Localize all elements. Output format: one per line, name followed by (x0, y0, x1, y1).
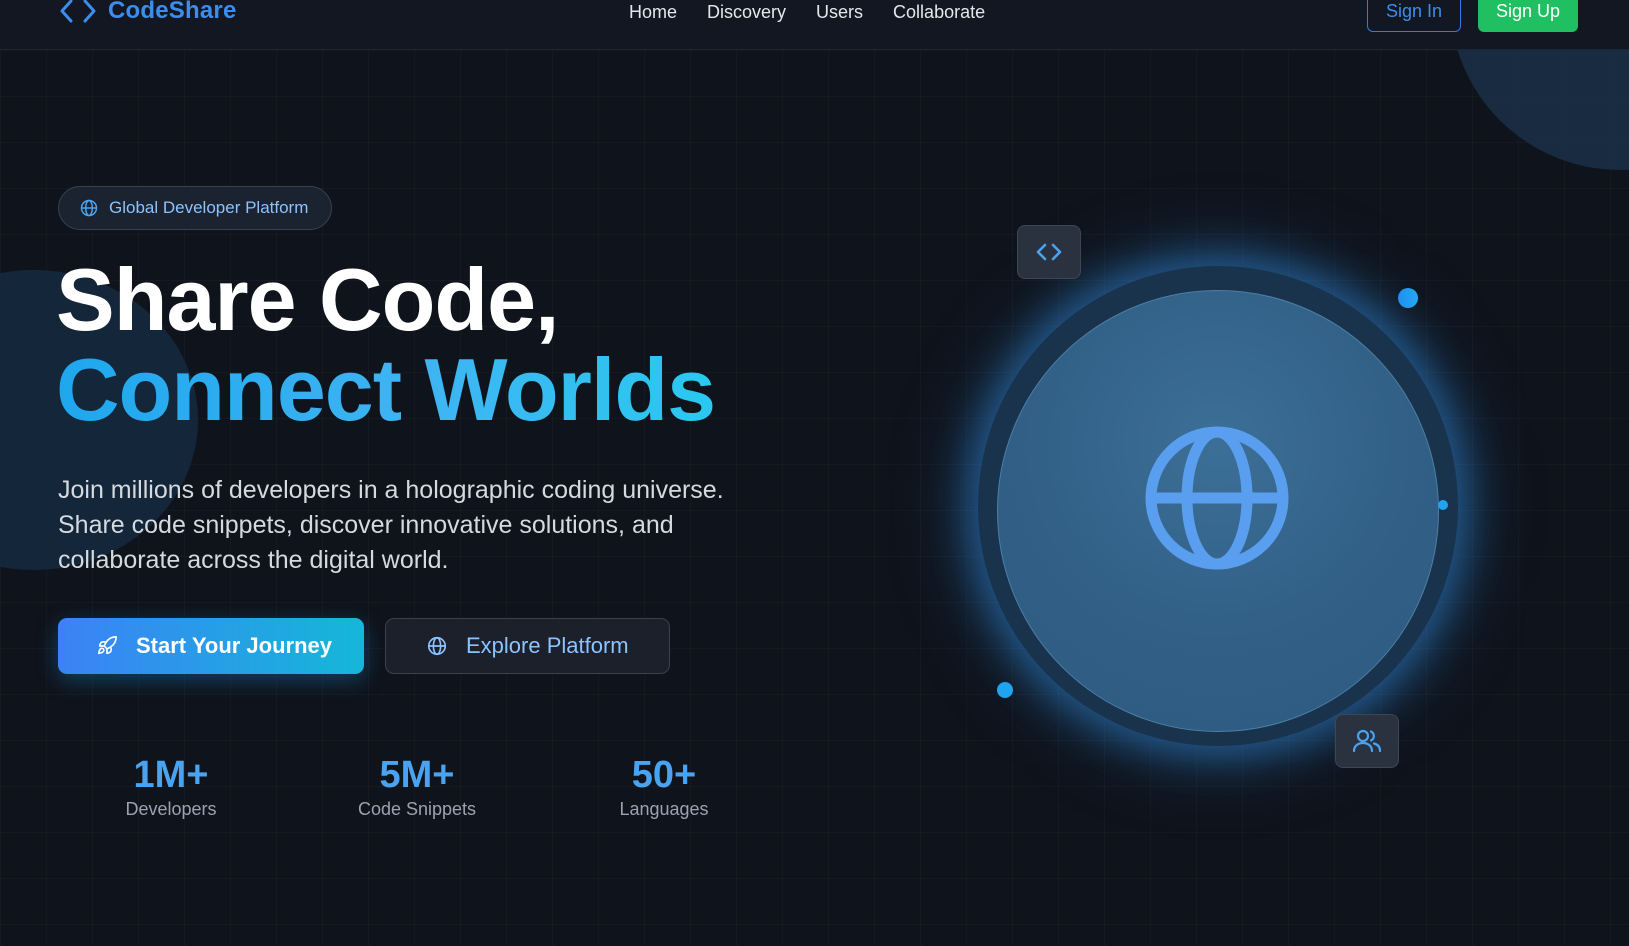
stat-label: Languages (619, 799, 709, 819)
decorative-dot (1398, 288, 1418, 308)
nav-link-home[interactable]: Home (629, 0, 677, 24)
stat-label: Developers (125, 799, 217, 819)
hero-headline-line2: Connect Worlds (56, 340, 716, 439)
globe-icon (80, 199, 98, 217)
stat-label: Code Snippets (357, 799, 477, 819)
stat-value: 1M+ (133, 754, 209, 796)
platform-badge: Global Developer Platform (58, 186, 332, 230)
code-icon (1036, 243, 1062, 261)
stat-value: 5M+ (379, 754, 455, 796)
rocket-icon (97, 636, 117, 655)
floating-users-badge (1335, 714, 1399, 768)
globe-icon (1145, 426, 1289, 570)
decorative-dot (1438, 500, 1448, 510)
floating-code-badge (1017, 225, 1081, 279)
nav-link-discovery[interactable]: Discovery (707, 0, 786, 24)
hero-headline-line1: Share Code, (56, 250, 559, 349)
brand-logo[interactable]: CodeShare (58, 0, 237, 26)
top-navbar: CodeShare Home Discovery Users Collabora… (0, 0, 1629, 50)
badge-label: Global Developer Platform (109, 198, 309, 217)
explore-platform-label: Explore Platform (466, 633, 629, 658)
sign-in-button[interactable]: Sign In (1367, 0, 1461, 32)
stat-languages: 50+ Languages (564, 752, 764, 820)
globe-icon (427, 636, 447, 656)
nav-links: Home Discovery Users Collaborate (629, 0, 985, 24)
page: CodeShare Home Discovery Users Collabora… (0, 0, 1629, 946)
nav-link-users[interactable]: Users (816, 0, 863, 24)
stat-developers: 1M+ Developers (71, 752, 271, 820)
stat-code-snippets: 5M+ Code Snippets (317, 752, 517, 820)
decorative-dot (997, 682, 1013, 698)
brand-name: CodeShare (108, 0, 237, 24)
hero-subtitle: Join millions of developers in a hologra… (58, 476, 724, 574)
nav-link-collaborate[interactable]: Collaborate (893, 0, 985, 24)
stat-value: 50+ (631, 754, 697, 796)
users-icon (1352, 729, 1382, 753)
code-icon (60, 0, 96, 23)
start-journey-button[interactable]: Start Your Journey (58, 618, 364, 674)
explore-platform-button[interactable]: Explore Platform (385, 618, 670, 674)
sign-up-button[interactable]: Sign Up (1478, 0, 1578, 32)
start-journey-label: Start Your Journey (136, 633, 333, 658)
